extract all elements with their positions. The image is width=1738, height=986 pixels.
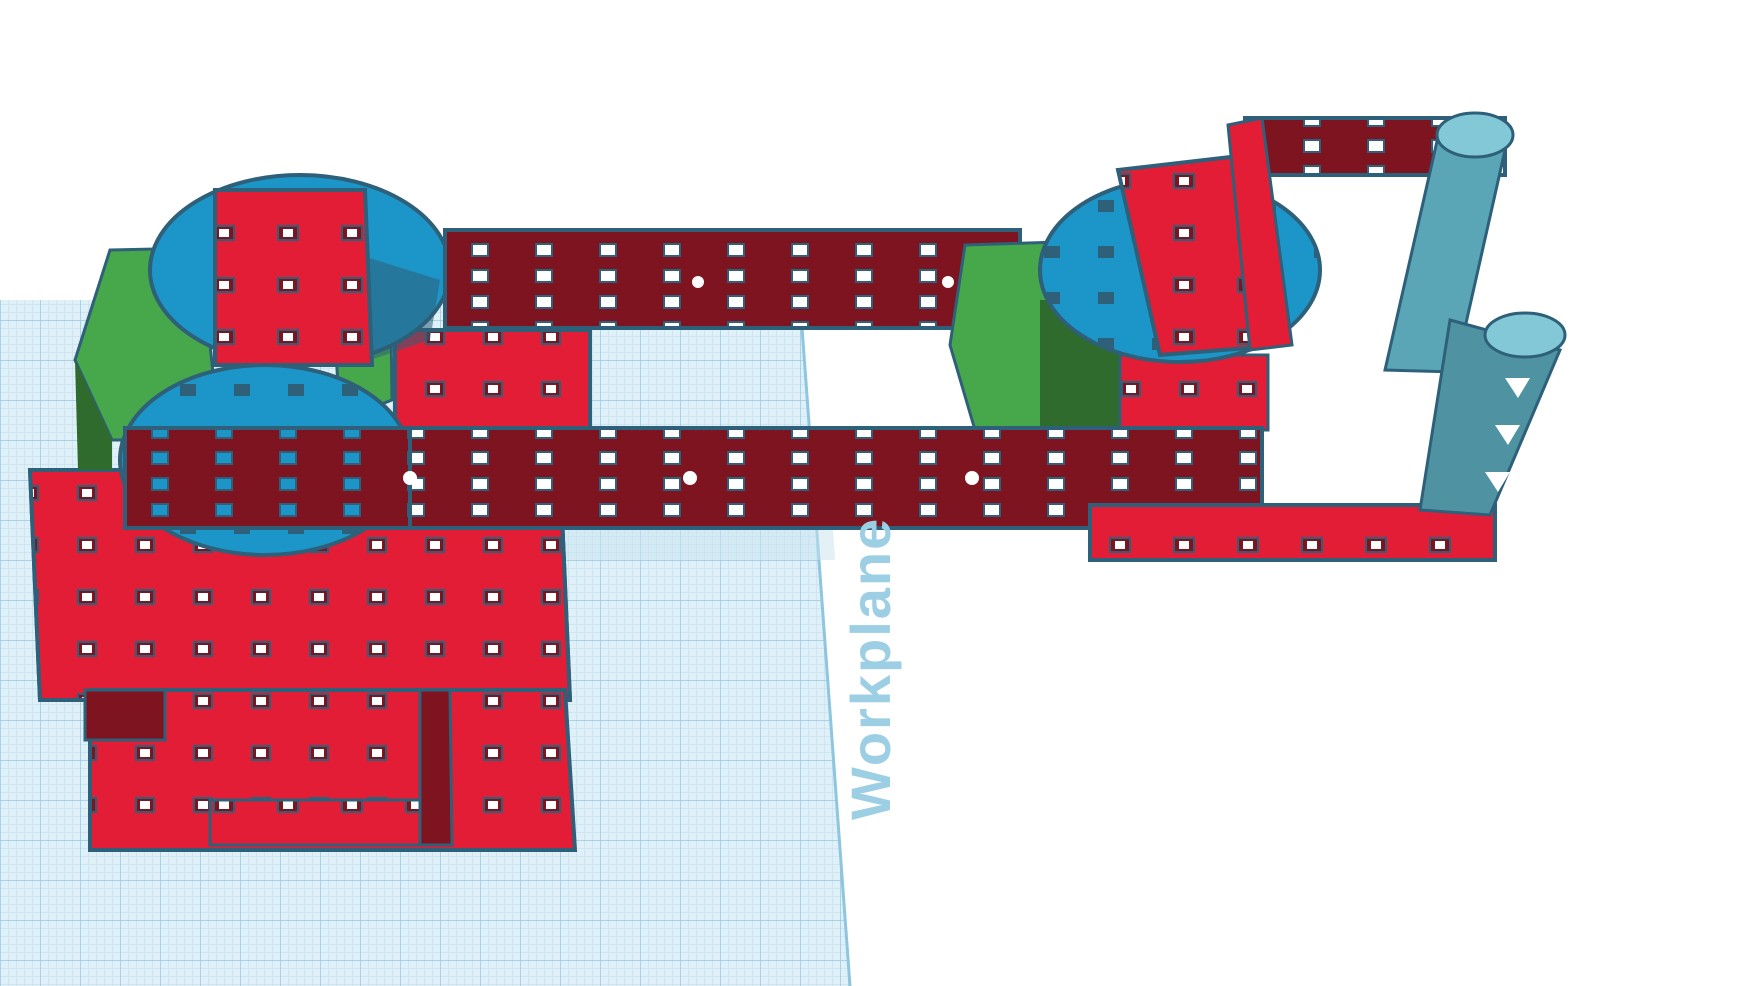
design-canvas[interactable]: Workplane <box>0 0 1738 986</box>
workplane-label: Workplane <box>839 516 902 820</box>
3d-viewport[interactable] <box>0 0 1738 986</box>
upper-arm-beam[interactable] <box>443 228 1022 330</box>
